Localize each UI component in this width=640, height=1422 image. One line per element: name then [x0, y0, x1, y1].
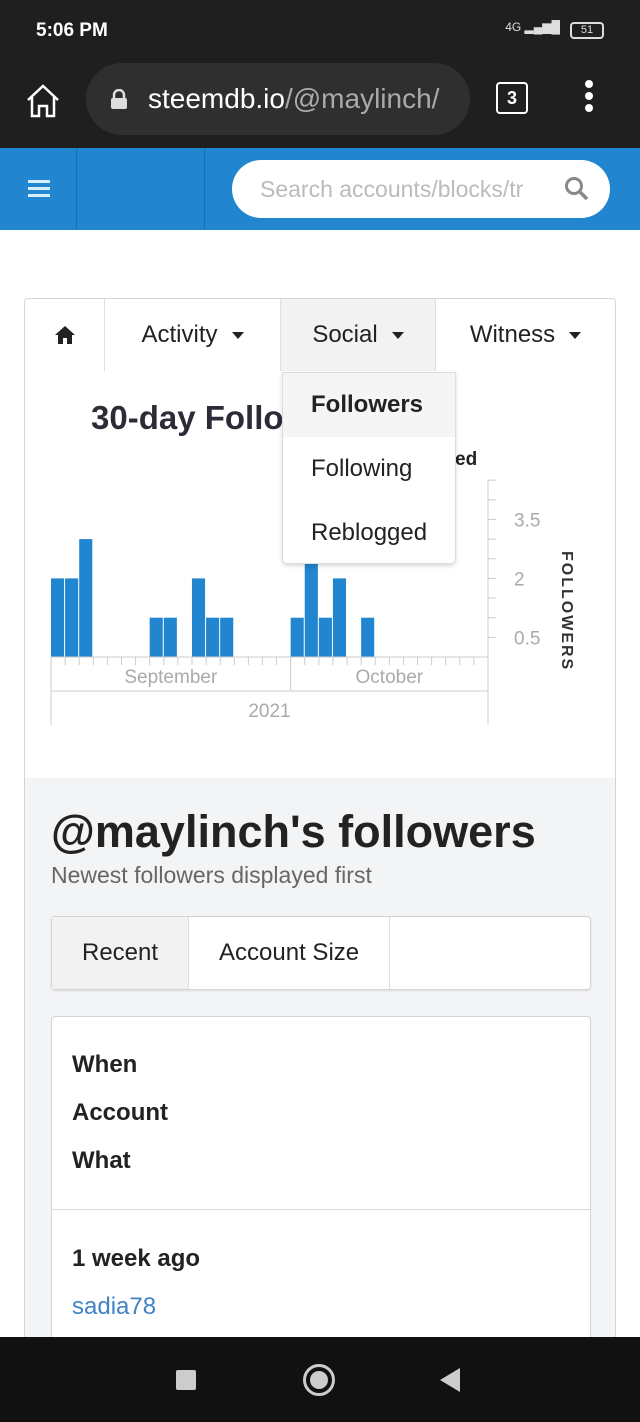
divider: [52, 1209, 590, 1210]
followers-table: When Account What 1 week ago sadia78: [51, 1016, 591, 1356]
signal-icon: 4G ▂▄▆█: [505, 20, 560, 34]
search-input[interactable]: Search accounts/blocks/tr: [232, 160, 610, 218]
dropdown-reblogged[interactable]: Reblogged: [283, 501, 455, 565]
chart-bar: [318, 617, 332, 657]
home-icon[interactable]: [24, 82, 62, 120]
clock: 5:06 PM: [36, 20, 108, 41]
row-account-link[interactable]: sadia78: [72, 1293, 156, 1321]
chart-bar: [191, 578, 206, 657]
caret-down-icon: [391, 331, 404, 339]
column-header-account: Account: [72, 1099, 168, 1126]
hamburger-menu-icon[interactable]: [28, 180, 50, 198]
caret-down-icon: [569, 331, 582, 339]
tab-switcher-button[interactable]: 3: [496, 82, 528, 114]
y-tick-label: 3.5: [514, 510, 540, 531]
search-icon[interactable]: [564, 176, 590, 202]
caret-down-icon: [231, 331, 244, 339]
chart-bar: [206, 617, 220, 657]
recents-button[interactable]: [176, 1370, 196, 1390]
tab-recent[interactable]: Recent: [52, 917, 190, 989]
sort-tabs: Recent Account Size: [51, 916, 591, 990]
chart-bar: [65, 578, 79, 657]
back-button[interactable]: [440, 1368, 460, 1392]
y-axis-label: FOLLOWERS: [558, 551, 575, 672]
battery-icon: 51: [570, 22, 604, 39]
column-header-when: When: [72, 1051, 138, 1078]
chart-bar: [332, 578, 347, 657]
page-title: @maylinch's followers: [51, 806, 536, 857]
address-bar[interactable]: steemdb.io/@maylinch/: [86, 63, 470, 135]
tab-account-size[interactable]: Account Size: [189, 917, 391, 989]
chart-bar: [290, 617, 304, 657]
chart-bar: [163, 617, 177, 657]
chart-bar: [220, 617, 234, 657]
dropdown-followers[interactable]: Followers: [283, 373, 455, 437]
menu-witness[interactable]: Witness: [436, 299, 615, 371]
y-tick-label: 0.5: [514, 628, 540, 649]
home-icon: [54, 326, 75, 344]
x-label-september: September: [124, 667, 218, 688]
menu-social[interactable]: Social: [281, 299, 436, 371]
account-menu: Activity Social Witness: [24, 298, 616, 372]
android-nav-bar: [0, 1337, 640, 1422]
chart-bar: [51, 578, 65, 657]
x-label-october: October: [356, 667, 424, 688]
page-subtitle: Newest followers displayed first: [51, 862, 372, 888]
chart-bar: [79, 539, 93, 657]
url-text: steemdb.io/@maylinch/: [148, 83, 440, 114]
search-placeholder: Search accounts/blocks/tr: [260, 176, 524, 202]
y-tick-label: 2: [514, 569, 525, 590]
chart-bar: [149, 617, 163, 657]
social-dropdown: Followers Following Reblogged: [282, 372, 456, 564]
column-header-what: What: [72, 1147, 131, 1174]
chart-bar: [361, 617, 375, 657]
more-options-icon[interactable]: [584, 80, 594, 120]
status-bar: 5:06 PM 4G ▂▄▆█ 51: [0, 0, 640, 60]
dropdown-following[interactable]: Following: [283, 437, 455, 501]
row-when: 1 week ago: [72, 1245, 201, 1272]
browser-toolbar: steemdb.io/@maylinch/ 3: [0, 60, 640, 148]
lock-icon: [111, 89, 127, 109]
menu-home[interactable]: [25, 299, 105, 371]
home-button[interactable]: [303, 1364, 335, 1396]
menu-activity[interactable]: Activity: [105, 299, 281, 371]
site-navbar: Search accounts/blocks/tr: [0, 148, 640, 230]
x-label-year: 2021: [248, 701, 290, 722]
followers-section: @maylinch's followers Newest followers d…: [24, 778, 616, 1356]
